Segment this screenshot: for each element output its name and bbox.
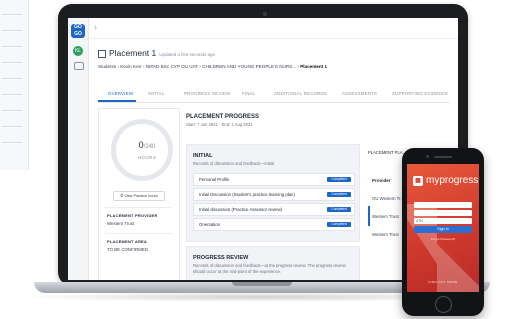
item-label: Initial discussion (Practice Assessor re… xyxy=(199,207,283,212)
tab-overview[interactable]: OVERVIEW xyxy=(108,91,133,96)
phone-speaker xyxy=(434,156,452,158)
myprogress-logo-icon: ▦ xyxy=(413,176,423,186)
tab-supporting-evidence[interactable]: SUPPORTING EVIDENCE xyxy=(392,91,448,96)
avatar[interactable]: KL xyxy=(73,46,83,56)
tab-initial[interactable]: INITIAL xyxy=(148,91,164,96)
placement-provider-value: Western Trust xyxy=(107,221,135,226)
placement-progress-title: PLACEMENT PROGRESS xyxy=(186,114,260,120)
crumb-current: Placement 1 xyxy=(300,64,327,69)
placement-area-label: PLACEMENT AREA xyxy=(107,239,147,244)
progress-review-title: PROGRESS REVIEW xyxy=(193,255,249,261)
crumb-course[interactable]: NIPAD BSc CYP OU UAT xyxy=(146,64,198,69)
divider xyxy=(105,207,173,208)
provider-row[interactable]: Western Trust xyxy=(372,214,399,219)
phone-screen: ▦ myprogress ATN Sign in Forgot Password… xyxy=(407,164,479,292)
item-label: Orientation xyxy=(199,222,221,227)
hours-card: 0/240 HOURS ⏱ View Practice hours PLACEM… xyxy=(98,108,180,280)
tab-assessments[interactable]: ASSESSMENTS xyxy=(342,91,377,96)
item-label: Initial Discussion (Student's practice l… xyxy=(199,192,295,197)
selected-indicator xyxy=(368,206,370,226)
app-logo[interactable]: GO GO xyxy=(71,24,85,38)
hours-label: HOURS xyxy=(137,155,157,160)
list-item[interactable]: Initial Discussion (Student's practice l… xyxy=(193,188,355,201)
laptop-screen: GO GO KL › Placement 1 Updated a few seco… xyxy=(68,18,458,280)
myprogress-logo-text: myprogress xyxy=(426,175,479,186)
password-field[interactable] xyxy=(414,210,472,216)
item-label: Personal Profile xyxy=(199,177,230,182)
username-field[interactable] xyxy=(414,202,472,208)
initial-section: INITIAL Records of discussion and feedba… xyxy=(186,144,360,242)
hours-value: 0/240 xyxy=(138,140,156,150)
app-topbar: › xyxy=(88,18,458,39)
phone-footer-text: FIND OUT MORE xyxy=(428,280,458,284)
home-button[interactable] xyxy=(435,296,452,313)
list-item[interactable]: Orientation Completed xyxy=(193,218,355,231)
provider-column-header: Provider xyxy=(372,178,391,183)
placement-provider-label: PLACEMENT PROVIDER xyxy=(107,213,158,218)
crumb-student[interactable]: Kevin Kerr xyxy=(120,64,141,69)
updated-text: Updated a few seconds ago xyxy=(159,52,216,57)
initial-title: INITIAL xyxy=(193,153,213,159)
sign-in-button[interactable]: Sign in xyxy=(414,226,472,233)
hours-ring: 0/240 HOURS xyxy=(111,119,173,181)
placement-icon xyxy=(98,49,106,58)
progress-review-subtitle: Records of discussion and feedback—at th… xyxy=(193,263,346,274)
placement-area-value: TO BE CONFIRMED xyxy=(107,247,148,252)
progress-review-section: PROGRESS REVIEW Records of discussion an… xyxy=(186,246,360,280)
status-badge: Completed xyxy=(327,222,351,227)
tab-progress-review[interactable]: PROGRESS REVIEW xyxy=(184,91,230,96)
active-tab-indicator xyxy=(98,100,136,102)
tab-final[interactable]: FINAL xyxy=(242,91,255,96)
placement-plan-header: PLACEMENT PLA... xyxy=(368,150,407,155)
status-badge: Completed xyxy=(327,192,351,197)
crumb-module[interactable]: CHILDREN AND YOUNG PEOPLE'S NURS... xyxy=(202,64,296,69)
initial-subtitle: Records of discussion and feedback—initi… xyxy=(193,161,275,166)
provider-row[interactable]: Western Trust xyxy=(372,232,399,237)
laptop-camera xyxy=(263,12,267,16)
status-badge: Completed xyxy=(327,177,351,182)
crumb-students[interactable]: Students xyxy=(98,64,116,69)
page-title: Placement 1 Updated a few seconds ago xyxy=(98,48,215,58)
divider xyxy=(105,233,173,234)
tab-bar: OVERVIEW INITIAL PROGRESS REVIEW FINAL A… xyxy=(98,88,450,103)
provider-row[interactable]: OU Western Tr... xyxy=(372,196,404,201)
forgot-password-link[interactable]: Forgot Password? xyxy=(407,237,479,241)
laptop-notch xyxy=(232,282,292,286)
chevron-right-icon[interactable]: › xyxy=(94,22,97,32)
tab-additional-records[interactable]: ADDITIONAL RECORDS xyxy=(274,91,327,96)
view-practice-hours-button[interactable]: ⏱ View Practice hours xyxy=(113,191,165,201)
list-item[interactable]: Personal Profile Completed xyxy=(193,173,355,186)
status-badge: Completed xyxy=(327,207,351,212)
list-item[interactable]: Initial discussion (Practice Assessor re… xyxy=(193,203,355,216)
breadcrumb: Students › Kevin Kerr › NIPAD BSc CYP OU… xyxy=(98,64,327,69)
background-page xyxy=(0,0,29,170)
pin-field[interactable]: ATN xyxy=(414,218,472,224)
folder-icon[interactable] xyxy=(74,62,84,70)
placement-dates: Start: 7 Jun 2021 - End: 1 Aug 2021 xyxy=(186,122,253,127)
app-sidebar: GO GO KL xyxy=(68,18,89,280)
phone-camera xyxy=(426,155,429,158)
